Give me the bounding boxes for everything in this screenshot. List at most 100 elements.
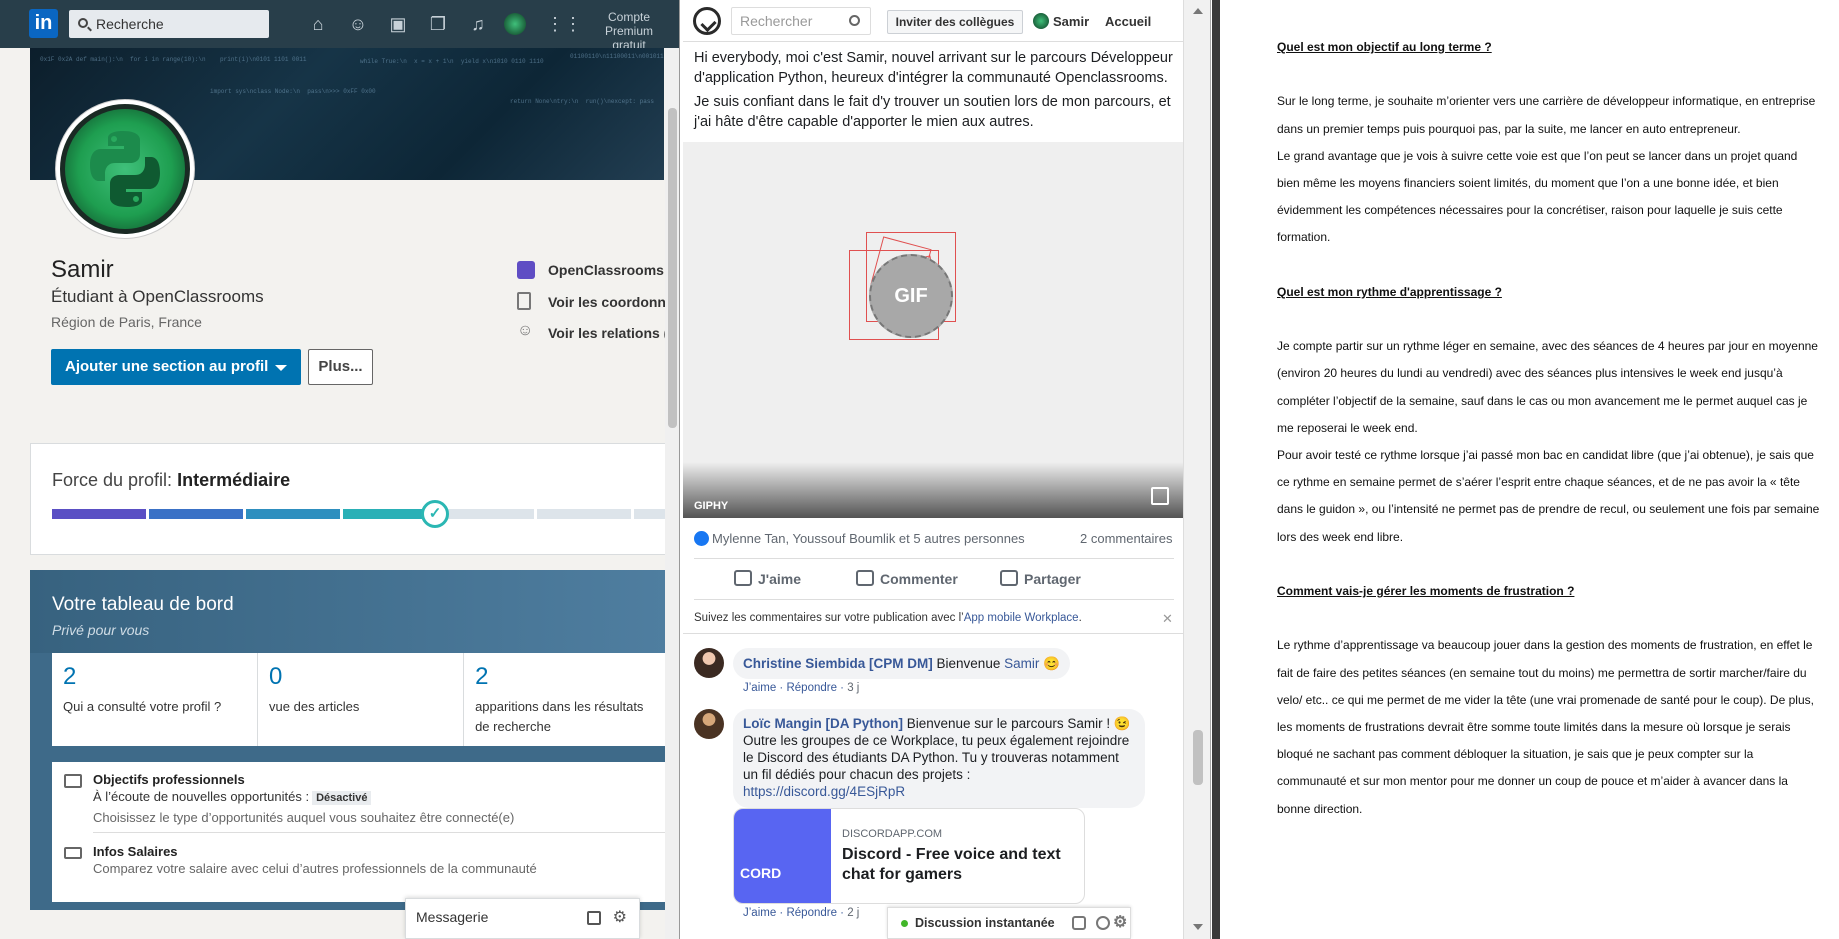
strength-segment	[52, 509, 146, 519]
strength-segment	[246, 509, 340, 519]
scrollbar[interactable]	[1183, 0, 1210, 939]
profile-headline: Étudiant à OpenClassrooms	[51, 287, 264, 306]
linkedin-search-input[interactable]: Recherche	[69, 10, 269, 38]
search-icon[interactable]	[849, 15, 860, 26]
connections-link[interactable]: Voir les relations (3	[548, 325, 676, 341]
dashboard-extras: Objectifs professionnels À l’écoute de n…	[52, 762, 670, 902]
status-badge: Désactivé	[312, 791, 372, 805]
share-icon	[1000, 570, 1018, 586]
messaging-bar[interactable]: Messagerie ⚙	[405, 898, 640, 939]
linkedin-window: in Recherche ⌂ ☺ ▣ ❐ ♫ ⋮⋮ Compte Premium…	[0, 0, 680, 939]
contact-info-link[interactable]: Voir les coordonnées	[548, 294, 679, 310]
post-paragraph: Je suis confiant dans le fait d'y trouve…	[694, 94, 1171, 130]
scroll-up-icon[interactable]	[1193, 8, 1203, 14]
post-paragraph: Hi everybody, moi c'est Samir, nouvel ar…	[694, 50, 1173, 86]
comment-reply-link[interactable]: Répondre	[786, 682, 837, 694]
linkedin-top-bar: in Recherche ⌂ ☺ ▣ ❐ ♫ ⋮⋮ Compte Premium…	[0, 0, 679, 52]
comment-like-link[interactable]: J’aime	[743, 682, 776, 694]
comment-author[interactable]: Christine Siembida [CPM DM]	[743, 656, 933, 671]
apps-grid-icon[interactable]: ⋮⋮	[546, 12, 582, 36]
briefcase-icon	[64, 774, 82, 788]
post-gif[interactable]: GIF	[683, 142, 1183, 518]
post-text: Hi everybody, moi c'est Samir, nouvel ar…	[694, 48, 1174, 136]
comment-like-link[interactable]: J’aime	[743, 907, 776, 919]
stat-profile-views[interactable]: 2 Qui a consulté votre profil ?	[52, 653, 259, 746]
search-placeholder: Recherche	[96, 16, 164, 32]
comment-bubble: Loïc Mangin [DA Python] Bienvenue sur le…	[733, 709, 1145, 808]
scrollbar-thumb[interactable]	[668, 108, 677, 428]
link-preview-card[interactable]: CORD DISCORDAPP.COM Discord - Free voice…	[733, 808, 1085, 904]
school-link[interactable]: OpenClassrooms	[548, 262, 664, 278]
profile-strength-label: Force du profil: Intermédiaire	[52, 470, 291, 490]
notifications-icon[interactable]: ♫	[466, 12, 490, 36]
stat-article-views[interactable]: 0 vue des articles	[258, 653, 465, 746]
profile-strength-level: Intermédiaire	[177, 470, 291, 490]
messaging-icon[interactable]: ❐	[426, 12, 450, 36]
comment-button[interactable]: Commenter	[856, 570, 958, 587]
giphy-label: GIPHY	[694, 500, 729, 512]
comments-count[interactable]: 2 commentaires	[1080, 531, 1172, 546]
dashboard-title: Votre tableau de bord	[52, 594, 234, 615]
people-icon[interactable]	[1096, 916, 1110, 930]
workplace-top-bar: Rechercher Inviter des collègues Samir A…	[683, 0, 1210, 42]
home-link[interactable]: Accueil	[1105, 14, 1151, 29]
scrollbar-thumb[interactable]	[1193, 730, 1203, 785]
connections-icon: ☺	[517, 322, 534, 339]
dashboard-subtitle: Privé pour vous	[52, 622, 150, 638]
salary-icon	[64, 847, 82, 859]
mention-link[interactable]: Samir	[1004, 656, 1039, 671]
document-body[interactable]: Quel est mon objectif au long terme ? Su…	[1277, 34, 1822, 823]
invite-colleagues-button[interactable]: Inviter des collègues	[887, 10, 1023, 34]
comment-author[interactable]: Loïc Mangin [DA Python]	[743, 716, 903, 731]
workplace-window: Rechercher Inviter des collègues Samir A…	[683, 0, 1211, 939]
add-profile-section-button[interactable]: Ajouter une section au profil	[51, 349, 301, 385]
workplace-search-input[interactable]: Rechercher	[731, 7, 871, 35]
profile-avatar-icon[interactable]	[504, 13, 526, 35]
career-goals-title[interactable]: Objectifs professionnels	[93, 772, 245, 787]
discord-link[interactable]: https://discord.gg/4ESjRpR	[743, 784, 905, 799]
share-button[interactable]: Partager	[1000, 570, 1081, 587]
search-placeholder: Rechercher	[740, 13, 813, 29]
discord-preview-image: CORD	[734, 809, 831, 903]
jobs-icon[interactable]: ▣	[386, 12, 410, 36]
linkedin-logo[interactable]: in	[29, 9, 58, 38]
contact-card-icon	[517, 292, 531, 310]
comment-reply-link[interactable]: Répondre	[786, 907, 837, 919]
close-icon[interactable]: ✕	[1162, 611, 1173, 627]
avatar[interactable]	[694, 648, 724, 678]
gear-icon[interactable]: ⚙	[613, 910, 627, 926]
thumbs-up-icon	[734, 570, 752, 586]
premium-link[interactable]: Compte Premium gratuit	[588, 10, 670, 52]
profile-photo[interactable]	[56, 100, 194, 238]
salary-insights-subtext: Comparez votre salaire avec celui d’autr…	[93, 861, 537, 876]
app-link[interactable]: App mobile Workplace	[964, 612, 1079, 624]
post-actions: J'aime Commenter Partager	[694, 558, 1174, 600]
scroll-down-icon[interactable]	[1193, 924, 1203, 930]
document-window: Quel est mon objectif au long terme ? Su…	[1220, 0, 1839, 939]
stat-search-appearances[interactable]: 2 apparitions dans les résultats de rech…	[464, 653, 670, 746]
scrollbar[interactable]	[665, 48, 679, 939]
home-icon[interactable]: ⌂	[306, 12, 330, 36]
more-button[interactable]: Plus...	[308, 349, 373, 385]
expand-icon[interactable]	[1151, 487, 1169, 505]
checkmark-icon: ✓	[421, 500, 449, 528]
network-icon[interactable]: ☺	[346, 12, 370, 36]
window-divider	[1212, 0, 1220, 939]
app-notice: Suivez les commentaires sur votre public…	[694, 612, 1082, 624]
chat-bar[interactable]: Discussion instantanée ⚙	[887, 907, 1131, 939]
dashboard-header: Votre tableau de bord Privé pour vous	[30, 570, 670, 653]
salary-insights-title[interactable]: Infos Salaires	[93, 844, 178, 859]
gif-play-button[interactable]: GIF	[869, 254, 953, 338]
dashboard-stats: 2 Qui a consulté votre profil ? 0 vue de…	[52, 653, 670, 746]
user-profile-link[interactable]: Samir	[1033, 13, 1089, 29]
python-logo-icon	[65, 109, 185, 229]
link-title: Discord - Free voice and text chat for g…	[842, 846, 1061, 883]
chat-label: Discussion instantanée	[915, 916, 1055, 930]
compose-icon[interactable]	[587, 911, 601, 925]
like-button[interactable]: J'aime	[734, 570, 801, 587]
avatar[interactable]	[694, 709, 724, 739]
reactions-summary[interactable]: Mylenne Tan, Youssouf Boumlik et 5 autre…	[694, 531, 1025, 546]
gear-icon[interactable]: ⚙	[1113, 908, 1127, 938]
compose-icon[interactable]	[1072, 916, 1086, 930]
workplace-logo[interactable]	[693, 7, 721, 35]
